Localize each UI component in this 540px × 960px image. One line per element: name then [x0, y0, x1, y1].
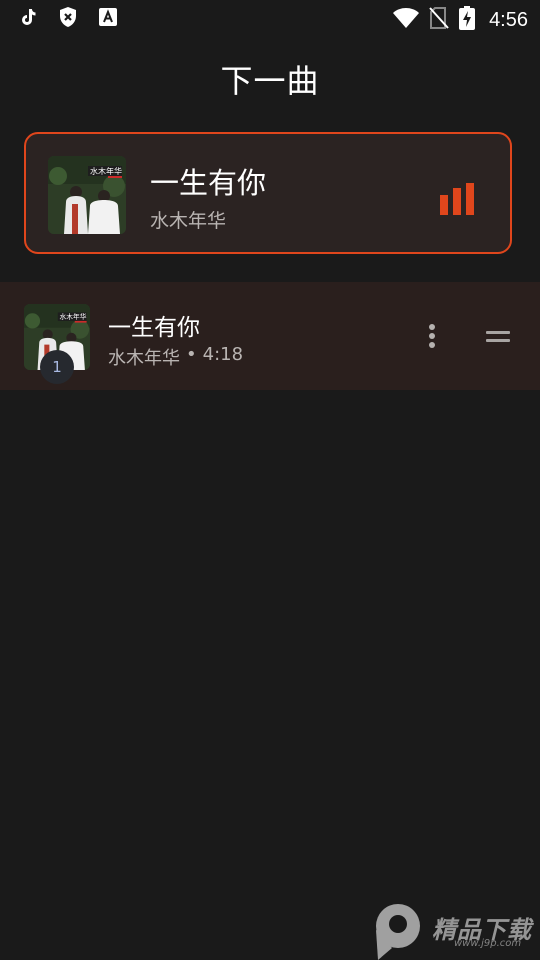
queue-item-duration: 4:18 — [202, 344, 244, 365]
watermark-sub: www.j9p.com — [454, 938, 522, 949]
now-playing-card[interactable]: 水木年华 一生有你 水木年华 — [24, 132, 512, 254]
queue-item-title: 一生有你 — [108, 315, 200, 341]
a-notification-icon — [98, 7, 118, 27]
queue-item-artist: 水木年华 — [108, 348, 180, 369]
drag-handle-icon[interactable] — [480, 322, 516, 350]
queue-position-badge: 1 — [40, 350, 74, 384]
more-vertical-icon — [429, 324, 435, 348]
wifi-icon — [393, 8, 420, 32]
watermark-logo-icon — [376, 904, 420, 960]
album-art-text: 水木年华 — [60, 312, 87, 321]
screen: 4:56 下一曲 水木年华 一生有你 水木年华 水木年华 1 一生有你 水木年华… — [0, 0, 540, 960]
status-left-icons — [18, 7, 118, 27]
more-options-button[interactable] — [416, 320, 448, 352]
battery-charging-icon — [459, 6, 476, 34]
shield-x-icon — [58, 7, 78, 27]
status-bar: 4:56 — [0, 0, 540, 36]
queue-row[interactable]: 水木年华 1 一生有你 水木年华 • 4:18 — [0, 282, 540, 390]
album-art-text: 水木年华 — [90, 166, 122, 176]
watermark: 精品下载 www.j9p.com — [372, 902, 540, 960]
queue-item-meta: 水木年华 • 4:18 — [108, 344, 243, 370]
now-playing-title: 一生有你 — [150, 166, 267, 200]
album-art: 水木年华 — [48, 156, 126, 234]
tiktok-icon — [18, 7, 38, 27]
meta-separator: • — [186, 344, 197, 365]
equalizer-bars-icon — [440, 183, 482, 215]
now-playing-artist: 水木年华 — [150, 210, 227, 232]
page-title: 下一曲 — [220, 62, 320, 100]
status-time: 4:56 — [489, 8, 528, 31]
no-sim-icon — [429, 7, 449, 33]
status-right-icons: 4:56 — [393, 6, 528, 34]
